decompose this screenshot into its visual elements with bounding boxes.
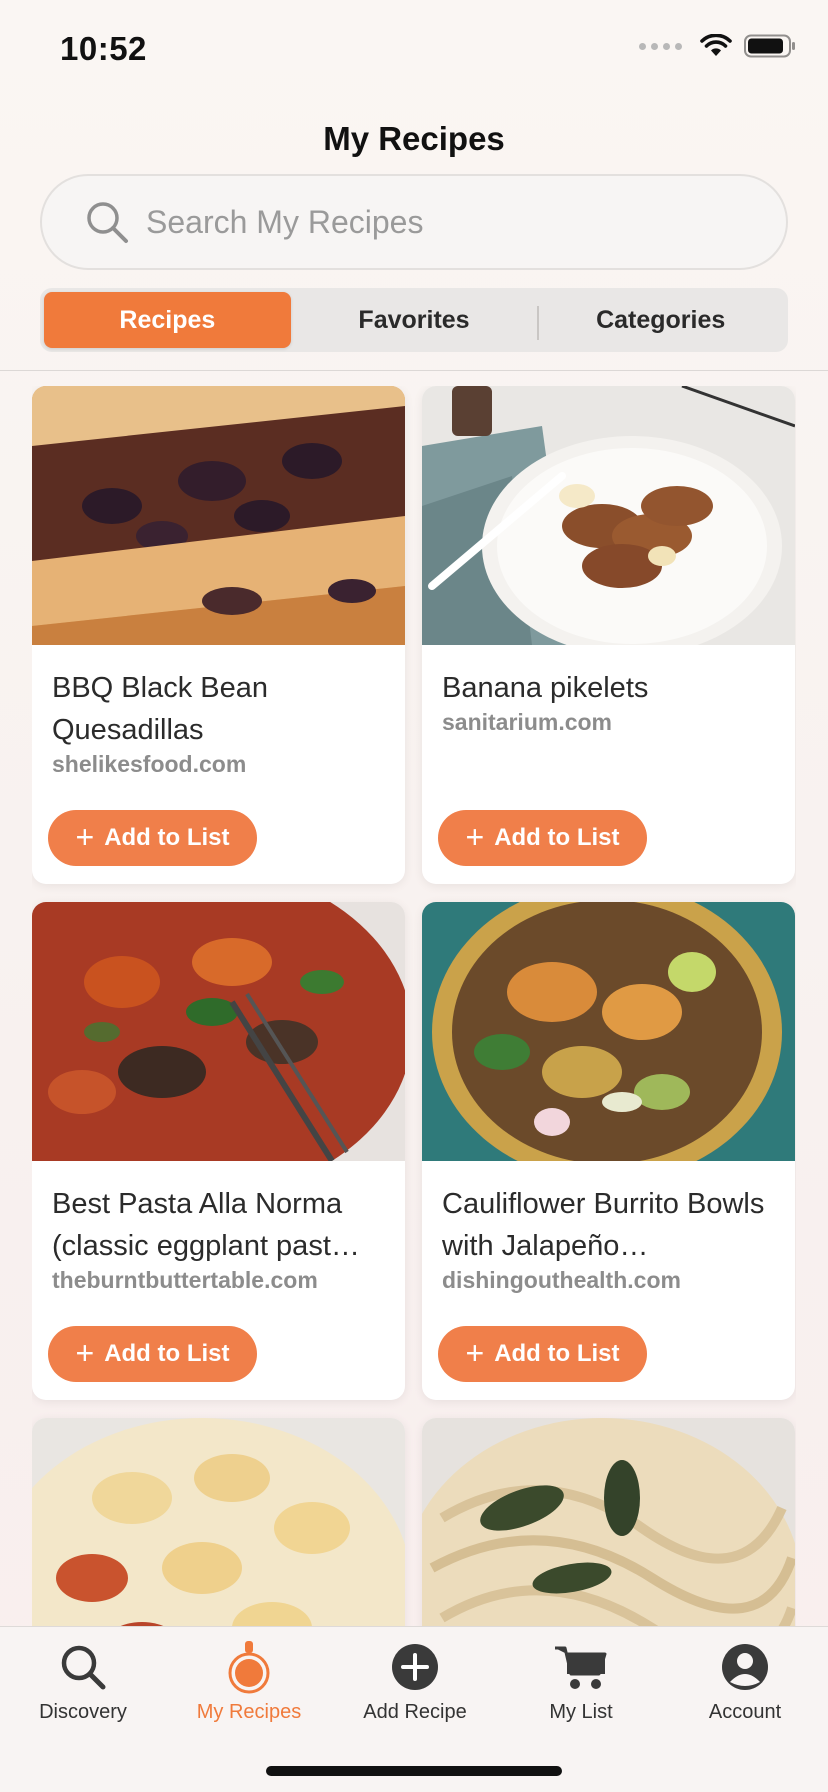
search-input[interactable] — [146, 203, 706, 241]
recipe-source: sanitarium.com — [442, 709, 612, 735]
account-icon — [722, 1644, 768, 1690]
recipe-source: shelikesfood.com — [52, 751, 247, 777]
recipe-image-creamy-pasta — [422, 1418, 795, 1626]
add-to-list-button[interactable]: + Add to List — [438, 1326, 647, 1382]
recipe-image-burrito-bowl — [422, 902, 795, 1161]
recipe-image-tortellini — [32, 1418, 405, 1626]
search-icon — [87, 202, 128, 243]
recipe-image-quesadilla — [32, 386, 405, 645]
recipe-title: Cauliflower Burrito Bowls with Jalapeño… — [442, 1188, 765, 1262]
battery-icon — [744, 34, 795, 58]
recipe-image-pikelets — [422, 386, 795, 645]
segment-favorites[interactable]: Favorites — [291, 292, 538, 348]
add-to-list-label: Add to List — [104, 824, 230, 851]
search-icon — [61, 1645, 106, 1690]
recipe-source: theburntbuttertable.com — [52, 1267, 318, 1293]
recipe-card[interactable] — [32, 1418, 405, 1626]
recipe-card[interactable]: Best Pasta Alla Norma (classic eggplant … — [32, 902, 405, 1400]
add-to-list-label: Add to List — [104, 1340, 230, 1367]
plus-icon: + — [75, 818, 95, 855]
segment-recipes[interactable]: Recipes — [44, 292, 291, 348]
recipe-image-pasta-norma — [32, 902, 405, 1161]
plus-icon: + — [465, 1334, 485, 1371]
tab-label: Add Recipe — [363, 1701, 467, 1723]
segmented-control: Recipes Favorites Categories — [40, 288, 788, 352]
plus-icon: + — [75, 1334, 95, 1371]
tab-add-recipe[interactable]: Add Recipe — [332, 1627, 498, 1737]
tab-my-list[interactable]: My List — [498, 1627, 664, 1737]
add-to-list-button[interactable]: + Add to List — [48, 810, 257, 866]
add-to-list-button[interactable]: + Add to List — [438, 810, 647, 866]
recipe-pot-icon — [228, 1641, 270, 1694]
recipe-grid: BBQ Black Bean Quesadillas shelikesfood.… — [32, 386, 796, 1626]
cart-icon — [555, 1646, 607, 1689]
search-bar[interactable] — [40, 174, 788, 270]
plus-icon: + — [465, 818, 485, 855]
wifi-icon — [700, 34, 732, 56]
recipe-title: BBQ Black Bean Quesadillas — [52, 672, 268, 746]
tab-account[interactable]: Account — [662, 1627, 828, 1737]
add-circle-icon — [392, 1644, 438, 1690]
tab-my-recipes[interactable]: My Recipes — [166, 1627, 332, 1737]
recipe-title: Best Pasta Alla Norma (classic eggplant … — [52, 1188, 360, 1262]
add-to-list-label: Add to List — [494, 1340, 620, 1367]
segment-categories-label: Categories — [596, 305, 726, 334]
recipe-title: Banana pikelets — [442, 672, 649, 704]
add-to-list-button[interactable]: + Add to List — [48, 1326, 257, 1382]
status-icons — [639, 34, 796, 58]
tab-label: Account — [708, 1701, 782, 1723]
tab-discovery[interactable]: Discovery — [0, 1627, 166, 1737]
recipe-card[interactable] — [422, 1418, 795, 1626]
recipe-card[interactable]: Cauliflower Burrito Bowls with Jalapeño…… — [422, 902, 795, 1400]
segment-divider — [537, 306, 540, 340]
page-title: My Recipes — [323, 120, 505, 157]
segment-categories[interactable]: Categories — [537, 292, 784, 348]
recipe-card[interactable]: Banana pikelets sanitarium.com + Add to … — [422, 386, 795, 884]
signal-icon — [639, 42, 682, 50]
add-to-list-label: Add to List — [494, 824, 620, 851]
tab-label: My Recipes — [196, 1701, 302, 1723]
recipe-source: dishingouthealth.com — [442, 1267, 681, 1293]
header-divider — [0, 370, 828, 371]
tab-label: Discovery — [39, 1701, 127, 1723]
tab-label: My List — [549, 1701, 613, 1723]
status-bar: 10:52 — [0, 0, 828, 100]
home-indicator — [266, 1766, 562, 1776]
recipe-card[interactable]: BBQ Black Bean Quesadillas shelikesfood.… — [32, 386, 405, 884]
status-time: 10:52 — [60, 30, 147, 67]
